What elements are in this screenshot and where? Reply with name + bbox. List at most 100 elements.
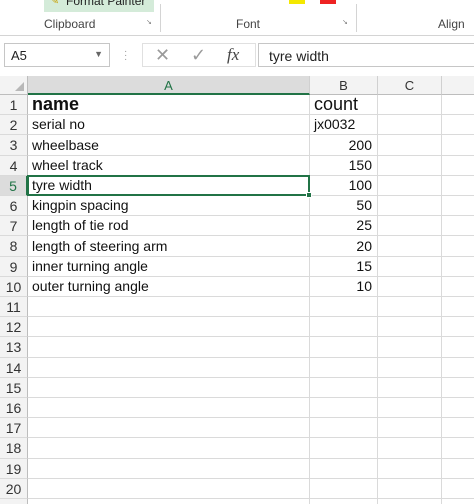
highlight-color-icon[interactable] [289, 0, 305, 4]
cell[interactable] [442, 257, 474, 277]
cell[interactable] [378, 398, 442, 418]
cell[interactable] [378, 135, 442, 156]
cell[interactable] [378, 337, 442, 358]
cell[interactable] [442, 196, 474, 216]
row-header[interactable]: 4 [0, 156, 28, 176]
row-header[interactable]: 13 [0, 337, 28, 358]
cell[interactable] [378, 317, 442, 337]
row-header[interactable]: 18 [0, 438, 28, 459]
cell[interactable] [310, 438, 378, 459]
enter-icon[interactable]: ✓ [191, 45, 206, 65]
row-header[interactable]: 3 [0, 135, 28, 156]
row-header[interactable]: 20 [0, 479, 28, 499]
cell[interactable] [378, 297, 442, 317]
cell[interactable] [310, 479, 378, 499]
cell[interactable] [378, 459, 442, 479]
cell[interactable] [378, 378, 442, 398]
cell-count[interactable]: 10 [310, 277, 378, 297]
cell[interactable] [310, 499, 378, 504]
cell-name[interactable]: inner turning angle [28, 257, 310, 277]
row-header[interactable]: 12 [0, 317, 28, 337]
row-header[interactable]: 8 [0, 236, 28, 257]
cancel-icon[interactable]: ✕ [155, 45, 170, 65]
cell-name[interactable]: tyre width [28, 176, 310, 196]
cell[interactable] [378, 438, 442, 459]
cell[interactable] [378, 236, 442, 257]
cell[interactable] [378, 479, 442, 499]
cell[interactable] [28, 479, 310, 499]
cell[interactable] [28, 398, 310, 418]
cell[interactable] [442, 479, 474, 499]
row-header[interactable]: 9 [0, 257, 28, 277]
column-header-b[interactable]: B [310, 76, 378, 95]
cell-count[interactable]: count [310, 95, 378, 115]
cell[interactable] [310, 358, 378, 378]
cell-count[interactable]: 25 [310, 216, 378, 236]
cell[interactable] [28, 297, 310, 317]
cell[interactable] [442, 236, 474, 257]
row-header[interactable]: 11 [0, 297, 28, 317]
cell-count[interactable]: 100 [310, 176, 378, 196]
row-header[interactable]: 7 [0, 216, 28, 236]
cell[interactable] [28, 337, 310, 358]
cell-name[interactable]: length of tie rod [28, 216, 310, 236]
cell-count[interactable]: 50 [310, 196, 378, 216]
cell-count[interactable]: 20 [310, 236, 378, 257]
row-header[interactable]: 2 [0, 115, 28, 135]
cell-count[interactable]: jx0032 [310, 115, 378, 135]
cell-count[interactable]: 15 [310, 257, 378, 277]
cell[interactable] [378, 156, 442, 176]
row-header[interactable]: 17 [0, 418, 28, 438]
chevron-down-icon[interactable]: ▼ [94, 49, 103, 59]
column-header-d[interactable] [442, 76, 474, 95]
drag-handle-icon[interactable]: · · · [124, 47, 127, 65]
font-color-icon[interactable] [320, 0, 336, 4]
cell[interactable] [28, 459, 310, 479]
cell[interactable] [378, 257, 442, 277]
cell-count[interactable]: 200 [310, 135, 378, 156]
cell[interactable] [310, 378, 378, 398]
cell[interactable] [442, 297, 474, 317]
cell[interactable] [442, 277, 474, 297]
row-header[interactable]: 21 [0, 499, 28, 504]
row-header[interactable]: 14 [0, 358, 28, 378]
cell-name[interactable]: name [28, 95, 310, 115]
font-dialog-launcher-icon[interactable]: ↘ [342, 19, 350, 27]
cell-name[interactable]: kingpin spacing [28, 196, 310, 216]
column-header-a[interactable]: A [28, 76, 310, 95]
cell[interactable] [442, 95, 474, 115]
cell[interactable] [442, 358, 474, 378]
cell[interactable] [28, 358, 310, 378]
cell[interactable] [442, 398, 474, 418]
format-painter-button[interactable]: ✎ Format Painter [44, 0, 154, 12]
cell[interactable] [442, 459, 474, 479]
cell[interactable] [310, 337, 378, 358]
cell[interactable] [442, 115, 474, 135]
cell[interactable] [442, 317, 474, 337]
cell[interactable] [378, 115, 442, 135]
cell[interactable] [442, 418, 474, 438]
column-header-c[interactable]: C [378, 76, 442, 95]
cell[interactable] [442, 337, 474, 358]
cell[interactable] [442, 438, 474, 459]
name-box[interactable]: A5 ▼ [4, 43, 110, 67]
cell[interactable] [378, 358, 442, 378]
row-header[interactable]: 1 [0, 95, 28, 115]
fill-handle[interactable] [306, 192, 312, 198]
cell[interactable] [442, 176, 474, 196]
select-all-button[interactable] [0, 76, 28, 95]
cell[interactable] [378, 277, 442, 297]
row-header[interactable]: 5 [0, 176, 28, 196]
cell[interactable] [28, 418, 310, 438]
cell[interactable] [442, 156, 474, 176]
row-header[interactable]: 6 [0, 196, 28, 216]
cell-name[interactable]: wheelbase [28, 135, 310, 156]
cell[interactable] [28, 499, 310, 504]
cell[interactable] [28, 378, 310, 398]
clipboard-dialog-launcher-icon[interactable]: ↘ [146, 19, 154, 27]
cell[interactable] [310, 459, 378, 479]
cell[interactable] [28, 438, 310, 459]
cell[interactable] [310, 398, 378, 418]
cell-name[interactable]: serial no [28, 115, 310, 135]
cell[interactable] [378, 95, 442, 115]
